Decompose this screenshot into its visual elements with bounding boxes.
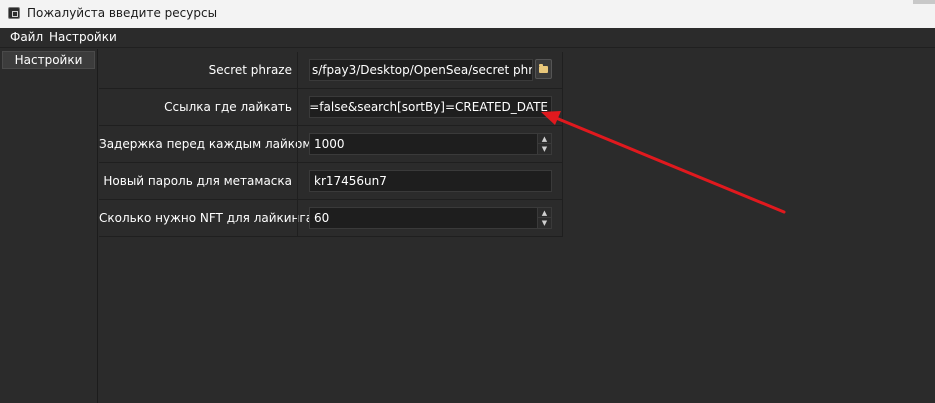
- like-delay-spinbox[interactable]: 1000 ▲ ▼: [309, 133, 552, 155]
- like-link-value: ending]=false&search[sortBy]=CREATED_DAT…: [309, 100, 548, 114]
- metamask-password-label: Новый пароль для метамаска: [103, 174, 292, 188]
- app-icon: [8, 7, 20, 19]
- menu-bar: Файл Настройки: [0, 28, 935, 48]
- like-link-label: Ссылка где лайкать: [164, 100, 292, 114]
- form-row-like-delay: Задержка перед каждым лайком 1000 ▲ ▼: [99, 126, 563, 163]
- nft-count-spin-buttons: ▲ ▼: [537, 208, 551, 228]
- form-row-nft-count: Сколько нужно NFT для лайкинга 60 ▲ ▼: [99, 200, 563, 237]
- row-divider: [297, 89, 298, 125]
- secret-phraze-path-value: s/fpay3/Desktop/OpenSea/secret phraze.tx…: [312, 63, 533, 77]
- spin-down-icon[interactable]: ▼: [538, 218, 551, 228]
- nft-count-spinbox[interactable]: 60 ▲ ▼: [309, 207, 552, 229]
- metamask-password-input[interactable]: kr17456un7: [309, 170, 552, 192]
- menu-settings[interactable]: Настройки: [49, 30, 117, 44]
- sidebar: Настройки: [0, 49, 98, 403]
- folder-icon: [539, 64, 548, 73]
- spin-up-icon[interactable]: ▲: [538, 208, 551, 218]
- like-delay-spin-buttons: ▲ ▼: [537, 134, 551, 154]
- spin-up-icon[interactable]: ▲: [538, 134, 551, 144]
- row-divider: [297, 126, 298, 162]
- like-delay-value: 1000: [314, 137, 345, 151]
- menu-file[interactable]: Файл: [10, 30, 43, 44]
- like-link-input[interactable]: ending]=false&search[sortBy]=CREATED_DAT…: [309, 96, 552, 118]
- row-divider: [297, 52, 298, 88]
- like-delay-label: Задержка перед каждым лайком: [99, 137, 312, 151]
- annotation-arrow-line: [554, 116, 786, 214]
- title-bar: Пожалуйста введите ресурсы: [0, 0, 935, 28]
- row-divider: [297, 163, 298, 199]
- window-control-edge: [913, 0, 935, 4]
- nft-count-label: Сколько нужно NFT для лайкинга: [99, 211, 314, 225]
- secret-phraze-label: Secret phraze: [208, 63, 292, 77]
- row-divider: [297, 200, 298, 236]
- form-row-secret-phraze: Secret phraze s/fpay3/Desktop/OpenSea/se…: [99, 52, 563, 89]
- browse-file-button[interactable]: [535, 59, 552, 79]
- secret-phraze-path-field[interactable]: s/fpay3/Desktop/OpenSea/secret phraze.tx…: [309, 59, 533, 81]
- sidebar-item-settings[interactable]: Настройки: [2, 51, 95, 69]
- spin-down-icon[interactable]: ▼: [538, 144, 551, 154]
- window-title: Пожалуйста введите ресурсы: [27, 6, 218, 20]
- form-row-metamask-password: Новый пароль для метамаска kr17456un7: [99, 163, 563, 200]
- form-row-like-link: Ссылка где лайкать ending]=false&search[…: [99, 89, 563, 126]
- metamask-password-value: kr17456un7: [314, 174, 387, 188]
- nft-count-value: 60: [314, 211, 330, 225]
